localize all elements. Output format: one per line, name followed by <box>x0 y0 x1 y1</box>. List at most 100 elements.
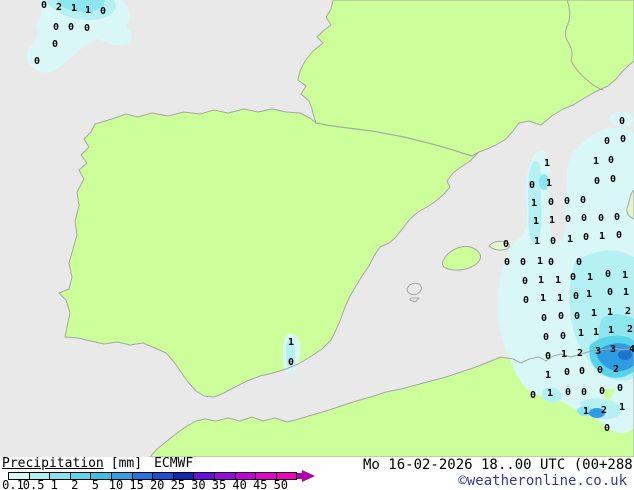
legend-tick: 1 <box>51 480 58 490</box>
precip-value: 1 <box>537 257 543 267</box>
legend-tick: 25 <box>171 480 185 490</box>
precip-value: 0 <box>565 388 571 398</box>
precip-value: 1 <box>608 326 614 336</box>
precip-value: 0 <box>579 367 585 377</box>
precip-value: 1 <box>546 179 552 189</box>
precip-value: 1 <box>622 271 628 281</box>
legend-tick: 10 <box>109 480 123 490</box>
precip-value: 0 <box>558 312 564 322</box>
map-canvas: 0211000000100001100100100011000001010100… <box>0 0 634 457</box>
precip-value: 1 <box>593 328 599 338</box>
precip-value: 1 <box>531 199 537 209</box>
precip-value: 4 <box>629 345 634 355</box>
legend-tick: 30 <box>191 480 205 490</box>
precip-value: 0 <box>288 358 294 368</box>
precip-value: 0 <box>522 277 528 287</box>
precip-value: 0 <box>541 314 547 324</box>
legend-title: Precipitation <box>2 456 104 471</box>
legend-unit: [mm] <box>111 456 142 471</box>
precip-value: 0 <box>550 237 556 247</box>
precip-value: 3 <box>595 347 601 357</box>
precip-value: 0 <box>614 213 620 223</box>
precip-value: 0 <box>594 177 600 187</box>
precip-value: 1 <box>578 329 584 339</box>
precip-value: 0 <box>620 135 626 145</box>
precip-value: 0 <box>574 312 580 322</box>
precip-value: 2 <box>56 3 62 13</box>
precip-value: 1 <box>623 288 629 298</box>
precip-value: 0 <box>565 215 571 225</box>
precip-value: 0 <box>598 214 604 224</box>
precip-value: 0 <box>564 368 570 378</box>
precip-value: 3 <box>610 345 616 355</box>
legend-tick: 0.1 <box>2 480 24 490</box>
precip-value: 0 <box>583 233 589 243</box>
precip-value: 0 <box>580 196 586 206</box>
precip-value: 0 <box>608 156 614 166</box>
precip-value: 0 <box>573 292 579 302</box>
precip-value: 1 <box>549 216 555 226</box>
precip-value: 1 <box>533 217 539 227</box>
precip-value: 1 <box>85 6 91 16</box>
precip-value: 0 <box>503 240 509 250</box>
precip-value: 0 <box>581 214 587 224</box>
forecast-datetime: Mo 16-02-2026 18..00 UTC (00+288 <box>363 458 633 472</box>
precip-value: 1 <box>619 403 625 413</box>
precip-value: 1 <box>555 276 561 286</box>
precipitation-map-screenshot: 0211000000100001100100100011000001010100… <box>0 0 634 490</box>
legend-tick: 20 <box>150 480 164 490</box>
precip-value: 0 <box>68 23 74 33</box>
precip-value: 0 <box>530 391 536 401</box>
legend-tick: 0.5 <box>23 480 45 490</box>
precip-value: 0 <box>53 23 59 33</box>
precip-value: 0 <box>548 258 554 268</box>
precip-value: 0 <box>52 40 58 50</box>
precip-value: 1 <box>607 308 613 318</box>
legend-tick: 45 <box>253 480 267 490</box>
precip-value: 0 <box>100 7 106 17</box>
precip-value: 0 <box>560 332 566 342</box>
precip-value: 1 <box>544 159 550 169</box>
precip-value: 1 <box>583 407 589 417</box>
legend-tick: 15 <box>129 480 143 490</box>
precip-value: 0 <box>529 181 535 191</box>
precip-value: 0 <box>576 258 582 268</box>
precip-value: 1 <box>599 232 605 242</box>
precip-value: 0 <box>545 352 551 362</box>
precip-value: 0 <box>619 117 625 127</box>
precip-value: 0 <box>41 1 47 11</box>
precip-value: 1 <box>587 273 593 283</box>
precip-value: 0 <box>570 273 576 283</box>
precip-value: 0 <box>617 384 623 394</box>
precip-value: 2 <box>601 406 607 416</box>
precip-value: 1 <box>561 350 567 360</box>
precip-value: 0 <box>604 137 610 147</box>
model-name: ECMWF <box>154 456 193 471</box>
precip-value: 1 <box>557 294 563 304</box>
precip-value: 1 <box>545 371 551 381</box>
legend-title-row: Precipitation [mm] ECMWF <box>2 457 193 471</box>
precip-value: 1 <box>540 294 546 304</box>
precip-value: 0 <box>34 57 40 67</box>
precip-value: 1 <box>567 235 573 245</box>
precip-value: 2 <box>625 307 631 317</box>
precip-value: 0 <box>581 388 587 398</box>
precip-value: 1 <box>534 237 540 247</box>
map-svg <box>0 0 634 457</box>
legend-tick: 5 <box>92 480 99 490</box>
precip-value: 1 <box>586 290 592 300</box>
legend-footer: Precipitation[mm]ECMWF 0.10.512510152025… <box>0 457 634 490</box>
precip-value: 2 <box>613 365 619 375</box>
legend-tick: 40 <box>232 480 246 490</box>
precip-value: 0 <box>84 24 90 34</box>
precip-value: 1 <box>591 309 597 319</box>
precip-value: 0 <box>564 197 570 207</box>
precip-value: 1 <box>538 276 544 286</box>
precip-value: 0 <box>605 270 611 280</box>
precip-value: 0 <box>604 424 610 434</box>
precip-value: 1 <box>71 4 77 14</box>
precip-value: 0 <box>616 231 622 241</box>
precip-value: 1 <box>593 157 599 167</box>
precip-value: 0 <box>548 198 554 208</box>
legend-tick: 35 <box>212 480 226 490</box>
